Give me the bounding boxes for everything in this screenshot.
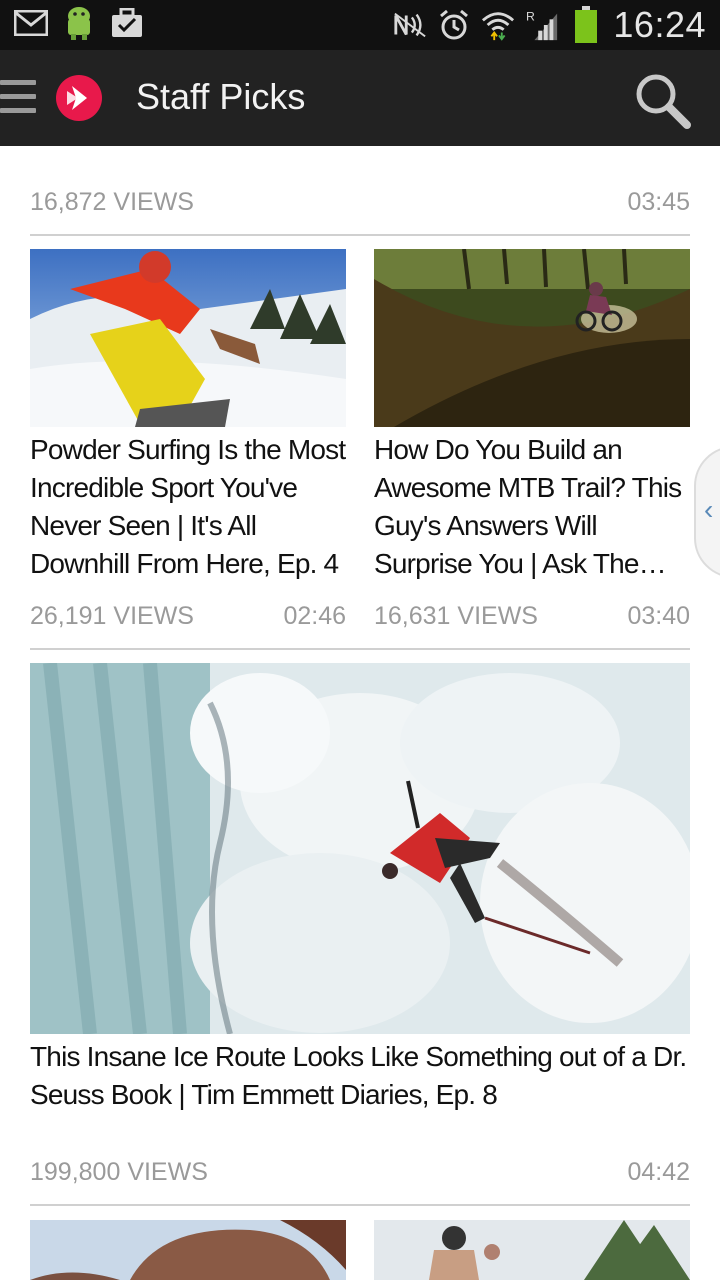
divider [30,234,690,236]
view-count: 26,191 VIEWS [30,602,194,630]
video-thumbnail-ice-route[interactable] [30,663,690,1034]
svg-text:R: R [526,9,535,23]
view-count: 199,800 VIEWS [30,1158,208,1186]
duration: 02:46 [283,602,346,630]
featured-meta: 199,800 VIEWS 04:42 [30,1158,690,1187]
duration: 03:40 [627,602,690,630]
card-meta: 26,191 VIEWS 02:46 [30,602,346,631]
status-clock: 16:24 [613,4,706,45]
video-thumbnail[interactable] [374,1220,690,1280]
chevron-left-icon: ‹ [704,494,714,525]
signal-icon: R [525,8,559,42]
menu-icon[interactable] [0,80,36,116]
feed[interactable]: 16,872 VIEWS 03:45 Powder Surfing Is the… [0,146,720,1280]
video-title[interactable]: How Do You Build an Awesome MTB Trail? T… [374,431,694,583]
gmail-icon [14,6,48,40]
android-icon [62,6,96,40]
video-thumbnail[interactable] [30,1220,346,1280]
battery-icon [569,6,603,43]
wifi-icon [481,8,515,42]
duration: 04:42 [627,1158,690,1186]
video-title[interactable]: Powder Surfing Is the Most Incredible Sp… [30,431,350,583]
video-title[interactable]: This Insane Ice Route Looks Like Somethi… [30,1038,690,1114]
duration: 03:45 [627,188,690,216]
view-count: 16,631 VIEWS [374,602,538,630]
app-bar: Staff Picks [0,50,720,146]
top-video-meta: 16,872 VIEWS 03:45 [30,188,690,217]
status-bar: R 16:24 [0,0,720,50]
briefcase-icon [110,6,144,40]
card-meta: 16,631 VIEWS 03:40 [374,602,690,631]
video-thumbnail-powder-surfing[interactable] [30,249,346,427]
search-icon[interactable] [632,70,694,132]
view-count: 16,872 VIEWS [30,188,194,216]
app-logo-icon[interactable] [56,75,102,121]
side-drawer-handle[interactable]: ‹ [694,446,720,578]
alarm-icon [437,8,471,42]
nfc-icon [393,8,427,42]
divider [30,648,690,650]
page-title: Staff Picks [136,76,306,117]
divider [30,1204,690,1206]
video-thumbnail-mtb-trail[interactable] [374,249,690,427]
